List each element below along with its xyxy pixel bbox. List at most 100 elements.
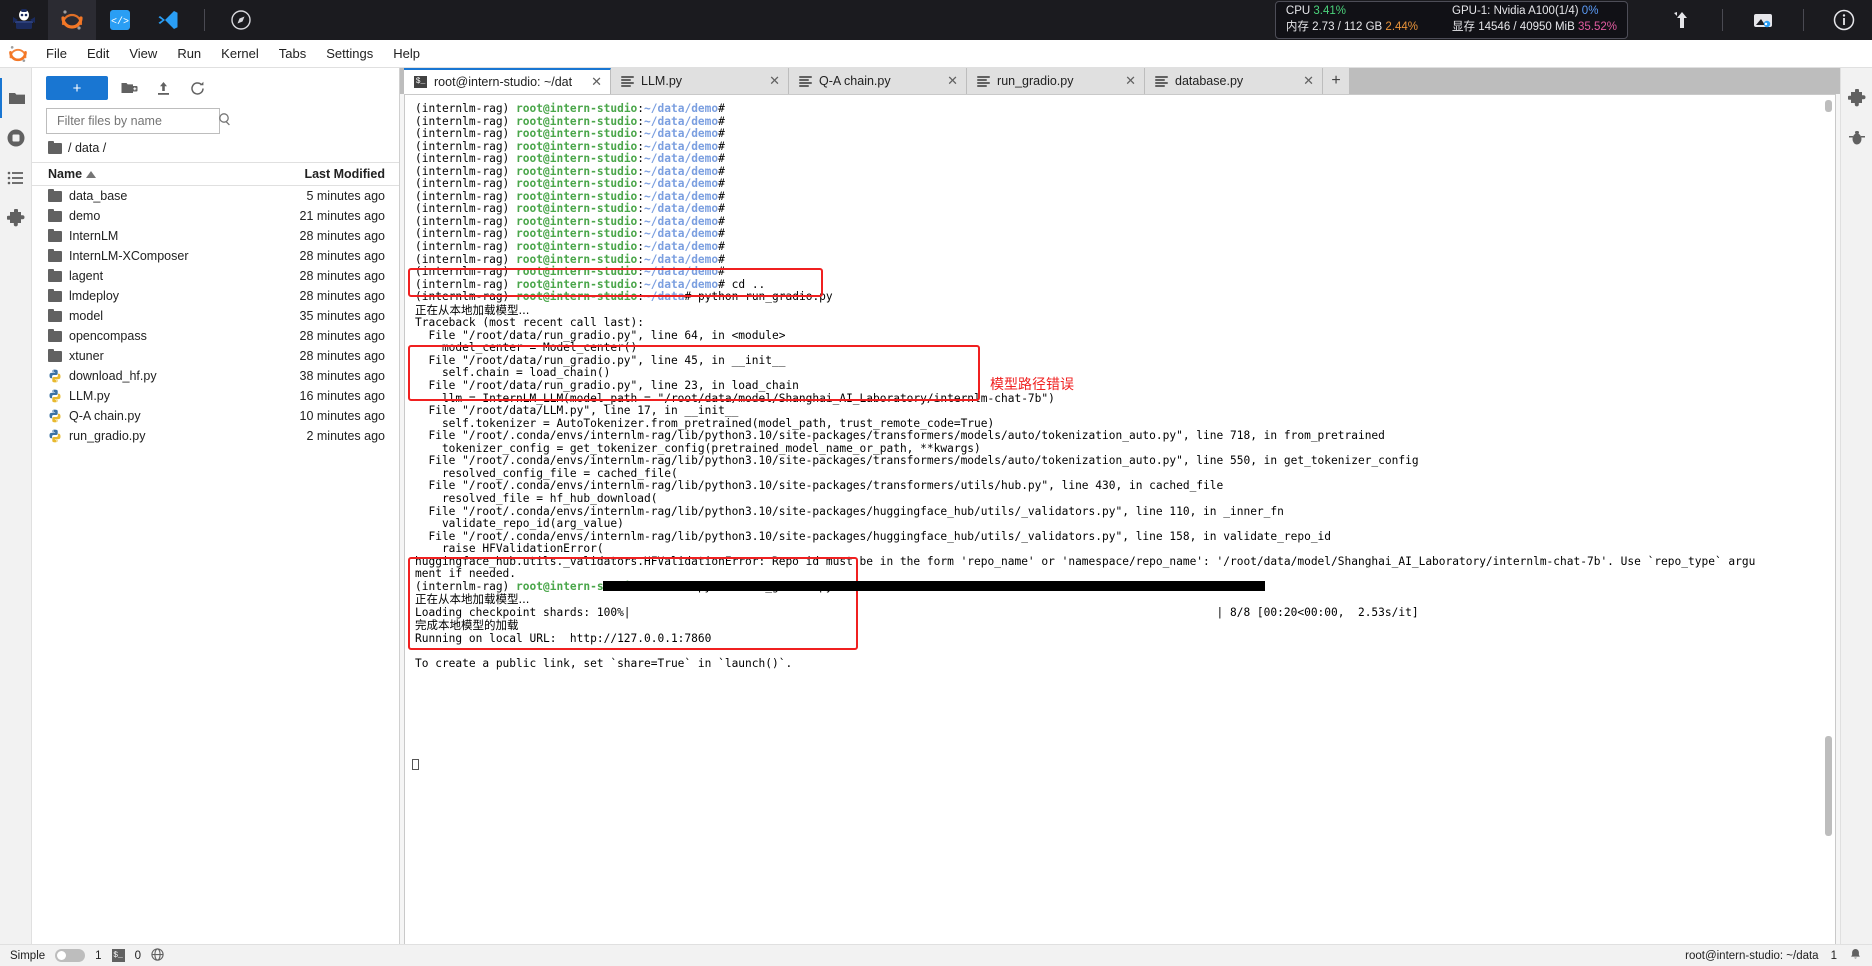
breadcrumb[interactable]: / data /	[32, 134, 399, 162]
running-terminals-icon[interactable]	[0, 118, 32, 158]
terminal-output[interactable]: (internlm-rag) root@intern-studio:~/data…	[411, 95, 1821, 949]
terminal-count: 1	[95, 949, 102, 962]
upload-icon[interactable]	[150, 76, 176, 100]
file-modified: 5 minutes ago	[306, 189, 385, 203]
memory-value: 2.73 / 112 GB	[1312, 21, 1383, 33]
file-name: run_gradio.py	[69, 429, 146, 443]
file-list-item[interactable]: InternLM 28 minutes ago	[32, 226, 399, 246]
network-upload-icon[interactable]	[1654, 0, 1710, 40]
tab-q-a-chain-py[interactable]: Q-A chain.py ✕	[789, 68, 968, 94]
python-icon	[48, 409, 62, 423]
app-vscode-logo[interactable]	[144, 0, 192, 40]
simple-mode-toggle[interactable]	[55, 949, 86, 962]
screenshot-icon[interactable]	[1735, 0, 1791, 40]
annotation-model-path-error-label: 模型路径错误	[990, 377, 1074, 393]
extensions-icon[interactable]	[0, 198, 32, 238]
file-browser-toolbar: +	[32, 68, 399, 106]
terminal-scrollbar[interactable]	[1822, 96, 1834, 948]
gpu-stat: GPU-1: Nvidia A100(1/4) 0%	[1452, 5, 1617, 17]
new-folder-icon[interactable]	[116, 76, 142, 100]
file-name: model	[69, 309, 104, 323]
folder-icon	[48, 188, 62, 202]
file-list-item[interactable]: opencompass 28 minutes ago	[32, 326, 399, 346]
column-header-name[interactable]: Name	[48, 167, 267, 181]
folder-icon	[48, 328, 62, 342]
menu-edit[interactable]: Edit	[77, 42, 119, 65]
file-name: InternLM	[69, 229, 119, 243]
tab-run-gradio-py[interactable]: run_gradio.py ✕	[967, 68, 1146, 94]
simple-mode-label: Simple	[10, 949, 46, 962]
vram-percent: 35.52%	[1577, 21, 1617, 33]
file-name: opencompass	[69, 329, 147, 343]
scrollbar-thumb[interactable]	[1825, 736, 1832, 836]
debugger-icon[interactable]	[1841, 118, 1872, 158]
file-list-item[interactable]: data_base 5 minutes ago	[32, 186, 399, 206]
column-label-modified: Last Modified	[304, 167, 385, 181]
new-launcher-button[interactable]: +	[46, 76, 108, 100]
tab-label: database.py	[1175, 74, 1244, 88]
python-icon	[48, 389, 62, 403]
folder-icon	[48, 140, 62, 154]
column-header-modified[interactable]: Last Modified	[267, 167, 399, 181]
close-icon[interactable]: ✕	[757, 73, 780, 89]
tab-llm-py[interactable]: LLM.py ✕	[611, 68, 790, 94]
refresh-icon[interactable]	[184, 76, 210, 100]
kernel-icon[interactable]: $_	[111, 949, 125, 962]
file-list-item[interactable]: lagent 28 minutes ago	[32, 266, 399, 286]
folder-icon	[48, 308, 62, 322]
scrollbar-thumb-top[interactable]	[1825, 100, 1832, 112]
bell-icon[interactable]	[1849, 948, 1862, 964]
menu-run[interactable]: Run	[167, 42, 211, 65]
file-name: Q-A chain.py	[69, 409, 141, 423]
tab-label: Q-A chain.py	[819, 74, 891, 88]
file-modified: 28 minutes ago	[299, 349, 385, 363]
language-icon[interactable]	[151, 947, 164, 964]
notification-count: 1	[1830, 949, 1837, 962]
file-name-cell: download_hf.py	[48, 369, 267, 383]
file-browser-icon[interactable]	[0, 78, 32, 118]
file-list-item[interactable]: Q-A chain.py 10 minutes ago	[32, 406, 399, 426]
close-icon[interactable]: ✕	[935, 73, 958, 89]
file-list-item[interactable]: InternLM-XComposer 28 minutes ago	[32, 246, 399, 266]
file-list-item[interactable]: run_gradio.py 2 minutes ago	[32, 426, 399, 446]
close-icon[interactable]: ✕	[579, 74, 602, 90]
search-input[interactable]	[57, 114, 218, 128]
tab-label: LLM.py	[641, 74, 683, 88]
filter-files-field[interactable]	[46, 108, 230, 134]
menu-view[interactable]: View	[119, 42, 167, 65]
menu-help[interactable]: Help	[383, 42, 430, 65]
app-jupyter-logo[interactable]	[48, 0, 96, 40]
info-icon[interactable]	[1816, 0, 1872, 40]
new-tab-button[interactable]: +	[1323, 68, 1350, 94]
system-monitor: CPU 3.41% GPU-1: Nvidia A100(1/4) 0% 内存 …	[1274, 1, 1628, 39]
tab-database-py[interactable]: database.py ✕	[1145, 68, 1324, 94]
app-internlm-logo[interactable]	[0, 0, 48, 40]
file-name-cell: InternLM	[48, 228, 267, 243]
breadcrumb-path: / data /	[68, 141, 107, 155]
menu-file[interactable]: File	[36, 42, 77, 65]
property-inspector-icon[interactable]	[1841, 78, 1872, 118]
file-list-item[interactable]: lmdeploy 28 minutes ago	[32, 286, 399, 306]
tab-root-intern-studio-dat[interactable]: $_ root@intern-studio: ~/dat ✕	[404, 68, 612, 94]
close-icon[interactable]: ✕	[1113, 73, 1136, 89]
menu-settings[interactable]: Settings	[316, 42, 383, 65]
folder-icon	[48, 208, 62, 222]
app-compass-logo[interactable]	[217, 0, 265, 40]
folder-icon	[48, 268, 62, 282]
file-list-item[interactable]: download_hf.py 38 minutes ago	[32, 366, 399, 386]
menu-kernel[interactable]: Kernel	[211, 42, 269, 65]
right-sidebar-rail	[1840, 68, 1872, 950]
app-code-brackets[interactable]: </>	[96, 0, 144, 40]
file-list-item[interactable]: LLM.py 16 minutes ago	[32, 386, 399, 406]
file-list-item[interactable]: xtuner 28 minutes ago	[32, 346, 399, 366]
folder-icon	[48, 228, 62, 242]
file-name-cell: data_base	[48, 188, 267, 203]
file-name: data_base	[69, 189, 128, 203]
terminal-panel[interactable]: (internlm-rag) root@intern-studio:~/data…	[404, 94, 1836, 950]
menu-tabs[interactable]: Tabs	[269, 42, 316, 65]
table-of-contents-icon[interactable]	[0, 158, 32, 198]
file-list-item[interactable]: model 35 minutes ago	[32, 306, 399, 326]
file-list-item[interactable]: demo 21 minutes ago	[32, 206, 399, 226]
file-name: xtuner	[69, 349, 104, 363]
close-icon[interactable]: ✕	[1291, 73, 1314, 89]
